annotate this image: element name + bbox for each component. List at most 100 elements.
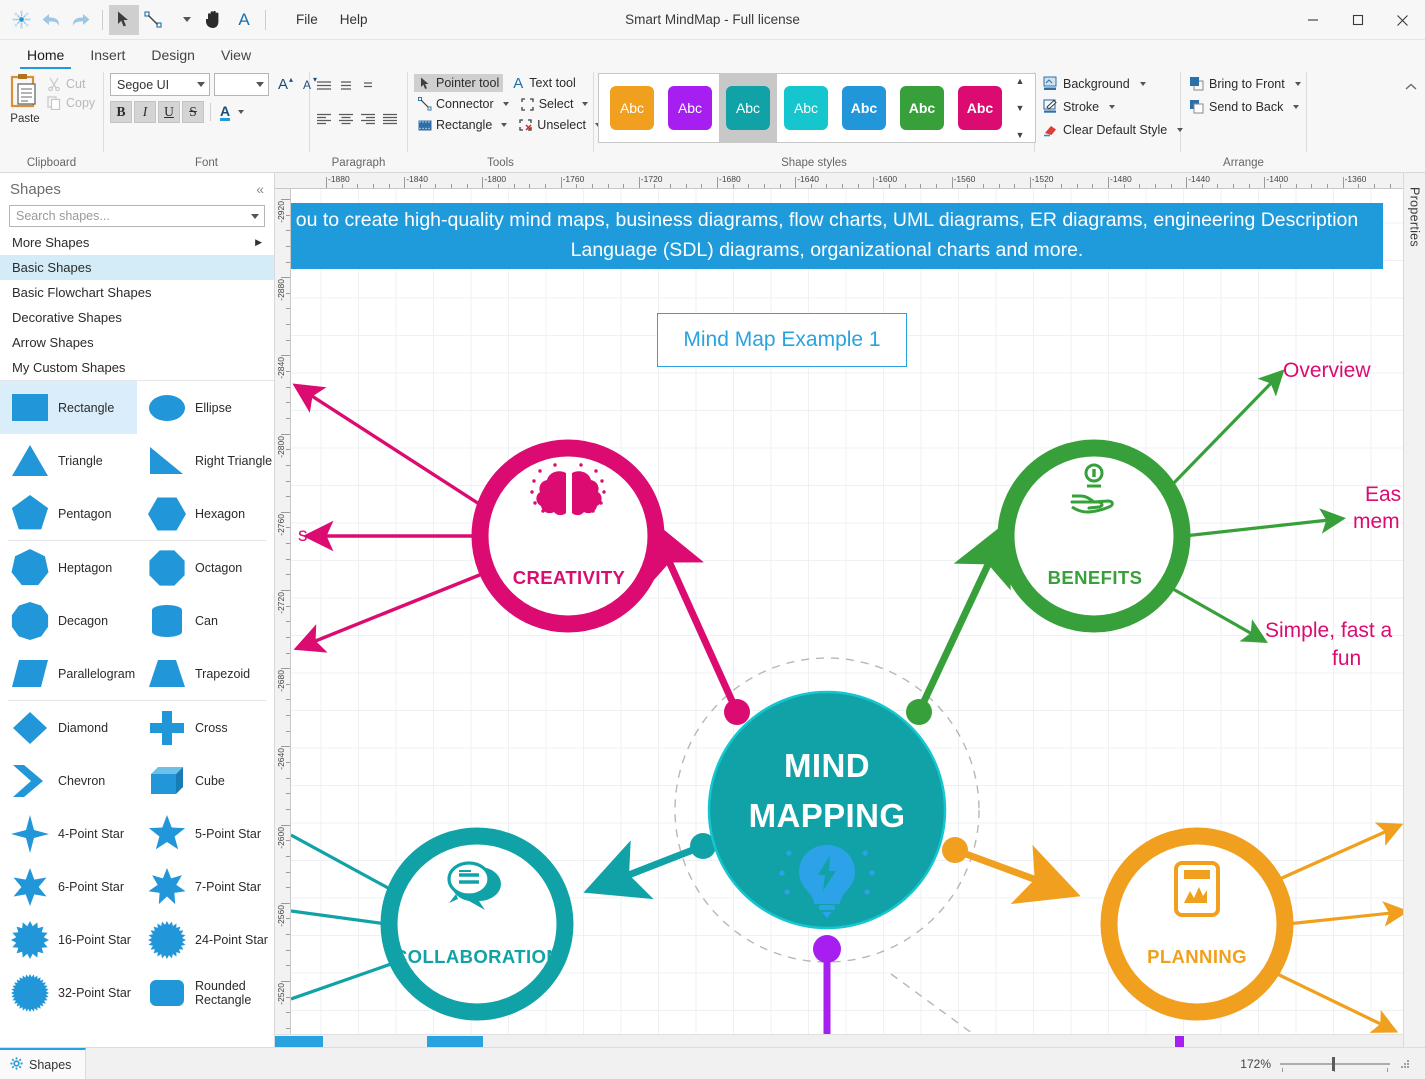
minimize-icon[interactable] xyxy=(1290,0,1335,40)
rectangle-caret-icon[interactable] xyxy=(501,123,508,127)
node-label-collaboration[interactable]: COLLABORATION xyxy=(357,946,597,968)
intro-banner[interactable]: ou to create high-quality mind maps, bus… xyxy=(291,203,1383,269)
text-tool-icon[interactable]: A xyxy=(229,5,259,35)
connector-caret-icon[interactable] xyxy=(502,102,509,106)
shape-item-pentagon[interactable]: Pentagon xyxy=(0,487,137,540)
search-shapes-input[interactable]: Search shapes... xyxy=(9,205,265,227)
font-family-combo[interactable]: Segoe UI xyxy=(110,73,210,96)
cut-button[interactable]: Cut xyxy=(44,76,98,92)
select-caret-icon[interactable] xyxy=(582,102,589,106)
shape-item-chevron[interactable]: Chevron xyxy=(0,754,137,807)
maximize-icon[interactable] xyxy=(1335,0,1380,40)
text-tool-button[interactable]: A Text tool xyxy=(507,74,580,92)
node-label-planning[interactable]: PLANNING xyxy=(1097,946,1297,968)
align-center-icon[interactable] xyxy=(338,111,354,127)
properties-panel-tab[interactable]: Properties xyxy=(1403,173,1425,1047)
vertical-ruler[interactable]: -2920 -2880 -2840 -2800 -2760 -2720 -2680 -2640… xyxy=(275,189,291,1034)
shape-item-24-point-star[interactable]: 24-Point Star xyxy=(137,913,274,966)
bring-to-front-caret-icon[interactable] xyxy=(1294,81,1301,86)
connector-dropdown-icon[interactable] xyxy=(169,5,199,35)
send-to-back-caret-icon[interactable] xyxy=(1293,104,1300,109)
leaf-label-overview[interactable]: Overview xyxy=(1283,357,1371,384)
center-node-line2[interactable]: MAPPING xyxy=(717,797,937,835)
line-spacing-2-icon[interactable] xyxy=(338,77,354,93)
center-node-line1[interactable]: MIND xyxy=(727,747,927,785)
node-label-creativity[interactable]: CREATIVITY xyxy=(471,567,667,589)
shape-category-basic-shapes[interactable]: Basic Shapes xyxy=(0,255,274,280)
shape-item-32-point-star[interactable]: 32-Point Star xyxy=(0,966,137,1019)
leaf-label-easy-part1[interactable]: Eas xyxy=(1365,481,1401,508)
shape-item-hexagon[interactable]: Hexagon xyxy=(137,487,274,540)
font-size-combo[interactable] xyxy=(214,73,269,96)
shape-item-ellipse[interactable]: Ellipse xyxy=(137,381,274,434)
close-icon[interactable] xyxy=(1380,0,1425,40)
tab-home[interactable]: Home xyxy=(14,43,77,69)
background-caret-icon[interactable] xyxy=(1139,81,1146,86)
undo-icon[interactable] xyxy=(36,5,66,35)
leaf-label-simple-part2[interactable]: fun xyxy=(1332,645,1361,672)
shape-item-cross[interactable]: Cross xyxy=(137,701,274,754)
pan-tool-icon[interactable] xyxy=(199,5,229,35)
shape-item-triangle[interactable]: Triangle xyxy=(0,434,137,487)
shape-style-swatch-4[interactable]: Abc xyxy=(835,74,893,142)
font-color-button[interactable]: A xyxy=(217,103,247,122)
collapse-ribbon-icon[interactable] xyxy=(1405,82,1417,94)
paste-button[interactable]: Paste xyxy=(8,72,42,125)
stroke-caret-icon[interactable] xyxy=(1109,104,1116,109)
italic-button[interactable]: I xyxy=(134,101,156,123)
scroll-down-icon[interactable]: ▼ xyxy=(1016,103,1025,113)
leaf-label-easy-part2[interactable]: mem xyxy=(1353,508,1400,535)
connector-tool-icon[interactable] xyxy=(139,5,169,35)
shape-style-swatch-2[interactable]: Abc xyxy=(719,74,777,142)
app-logo-icon[interactable] xyxy=(6,5,36,35)
underline-button[interactable]: U xyxy=(158,101,180,123)
tab-design[interactable]: Design xyxy=(138,43,208,68)
shape-style-swatch-5[interactable]: Abc xyxy=(893,74,951,142)
shape-item-6-point-star[interactable]: 6-Point Star xyxy=(0,860,137,913)
horizontal-ruler[interactable]: -1880 -1840 -1800 -1760 -1720 -1680 -1640 -1600… xyxy=(275,173,1403,189)
connector-tool-button[interactable]: Connector xyxy=(414,95,513,113)
shape-style-swatch-6[interactable]: Abc xyxy=(951,74,1009,142)
shape-item-16-point-star[interactable]: 16-Point Star xyxy=(0,913,137,966)
increase-font-size-icon[interactable]: A ▴ xyxy=(273,74,293,96)
shape-item-decagon[interactable]: Decagon xyxy=(0,594,137,647)
shape-category-my-custom-shapes[interactable]: My Custom Shapes xyxy=(0,355,274,380)
pointer-tool-icon[interactable] xyxy=(109,4,139,35)
shape-item-octagon[interactable]: Octagon xyxy=(137,541,274,594)
more-styles-icon[interactable]: ▼ xyxy=(1016,130,1025,140)
shape-item-rounded-rectangle[interactable]: Rounded Rectangle xyxy=(137,966,274,1019)
menu-file[interactable]: File xyxy=(286,8,328,31)
shape-style-swatch-3[interactable]: Abc xyxy=(777,74,835,142)
redo-icon[interactable] xyxy=(66,5,96,35)
shape-item-5-point-star[interactable]: 5-Point Star xyxy=(137,807,274,860)
shape-category-decorative-shapes[interactable]: Decorative Shapes xyxy=(0,305,274,330)
tab-view[interactable]: View xyxy=(208,43,264,68)
align-left-icon[interactable] xyxy=(316,111,332,127)
shape-item-right-triangle[interactable]: Right Triangle xyxy=(137,434,274,487)
diagram-title-box[interactable]: Mind Map Example 1 xyxy=(657,313,907,367)
diagram-canvas[interactable]: CREATIVITY BENEFITS COLLABORATION PLANNI… xyxy=(291,189,1403,1034)
shape-item-4-point-star[interactable]: 4-Point Star xyxy=(0,807,137,860)
align-justify-icon[interactable] xyxy=(382,111,398,127)
shape-category-basic-flowchart-shapes[interactable]: Basic Flowchart Shapes xyxy=(0,280,274,305)
shape-item-7-point-star[interactable]: 7-Point Star xyxy=(137,860,274,913)
shape-styles-gallery[interactable]: Abc Abc Abc Abc Abc Abc Abc ▲ ▼ ▼ xyxy=(598,73,1036,143)
strikethrough-button[interactable]: S xyxy=(182,101,204,123)
shape-item-rectangle[interactable]: Rectangle xyxy=(0,381,137,434)
send-to-back-button[interactable]: Send to Back xyxy=(1187,97,1301,116)
shape-item-diamond[interactable]: Diamond xyxy=(0,701,137,754)
shape-item-trapezoid[interactable]: Trapezoid xyxy=(137,647,274,700)
rectangle-tool-button[interactable]: Rectangle xyxy=(414,116,511,134)
collapse-panel-icon[interactable]: « xyxy=(256,181,264,197)
bold-button[interactable]: B xyxy=(110,101,132,123)
shape-item-can[interactable]: Can xyxy=(137,594,274,647)
shape-category-more-shapes[interactable]: More Shapes ▶ xyxy=(0,230,274,255)
menu-help[interactable]: Help xyxy=(330,8,378,31)
shape-item-cube[interactable]: Cube xyxy=(137,754,274,807)
bring-to-front-button[interactable]: Bring to Front xyxy=(1187,74,1303,93)
shape-style-swatch-1[interactable]: Abc xyxy=(661,74,719,142)
horizontal-scrollbar[interactable] xyxy=(275,1034,1403,1047)
select-tool-button[interactable]: Select xyxy=(517,95,593,113)
line-spacing-1-icon[interactable] xyxy=(316,77,332,93)
align-right-icon[interactable] xyxy=(360,111,376,127)
